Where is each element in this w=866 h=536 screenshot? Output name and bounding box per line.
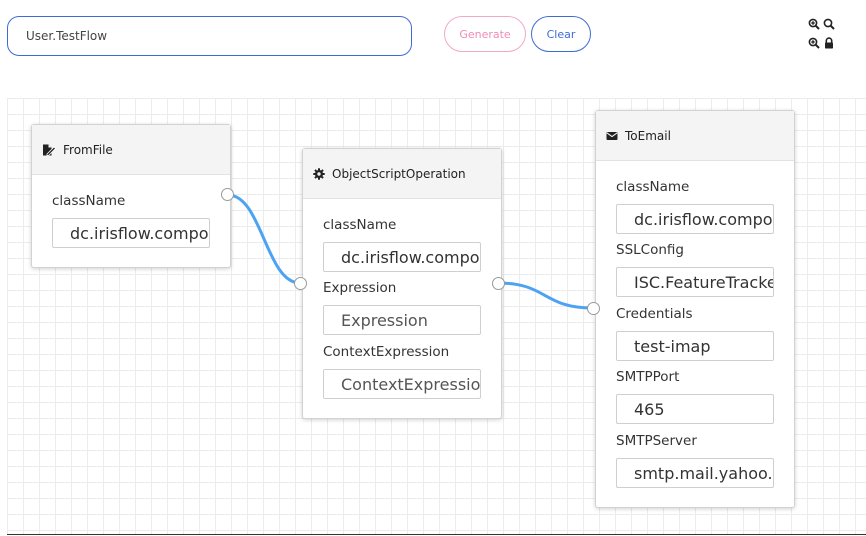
field-label: className xyxy=(52,193,126,209)
envelope-icon xyxy=(606,131,618,140)
field-label: className xyxy=(616,179,690,195)
generate-button[interactable]: Generate xyxy=(444,16,526,52)
node-title: FromFile xyxy=(63,142,113,157)
smtpport-input[interactable] xyxy=(616,394,774,424)
flow-name-input[interactable] xyxy=(7,16,412,56)
field-label: SSLConfig xyxy=(616,242,684,258)
classname-input[interactable] xyxy=(323,242,481,272)
field-label: className xyxy=(323,217,397,233)
field-label: Expression xyxy=(323,280,397,296)
output-port-objectscriptoperation[interactable] xyxy=(492,277,505,290)
file-edit-icon xyxy=(43,144,56,156)
node-title: ObjectScriptOperation xyxy=(332,166,466,181)
field-label: SMTPPort xyxy=(616,369,680,385)
node-header[interactable]: FromFile xyxy=(32,125,230,175)
zoom-in-icon[interactable] xyxy=(808,18,820,30)
node-title: ToEmail xyxy=(625,128,671,143)
credentials-input[interactable] xyxy=(616,331,774,361)
smtpserver-input[interactable] xyxy=(616,458,774,488)
node-toemail[interactable]: ToEmail className SSLConfig Credentials … xyxy=(595,110,795,508)
node-fromfile[interactable]: FromFile className xyxy=(31,124,231,268)
node-header[interactable]: ToEmail xyxy=(596,111,794,161)
classname-input[interactable] xyxy=(52,218,210,248)
input-port-toemail[interactable] xyxy=(587,302,600,315)
node-header[interactable]: ObjectScriptOperation xyxy=(303,149,501,199)
expression-input[interactable] xyxy=(323,305,481,335)
node-objectscriptoperation[interactable]: ObjectScriptOperation className Expressi… xyxy=(302,148,502,419)
zoom-out-icon[interactable] xyxy=(823,18,835,30)
input-port-objectscriptoperation[interactable] xyxy=(294,277,307,290)
field-label: Credentials xyxy=(616,306,693,322)
sslconfig-input[interactable] xyxy=(616,267,774,297)
clear-button[interactable]: Clear xyxy=(531,16,591,52)
classname-input[interactable] xyxy=(616,204,774,234)
gear-icon xyxy=(313,167,325,180)
context-expression-input[interactable] xyxy=(323,369,481,399)
zoom-reset-icon[interactable] xyxy=(808,37,820,49)
field-label: ContextExpression xyxy=(323,344,450,360)
lock-icon[interactable] xyxy=(823,37,835,49)
output-port-fromfile[interactable] xyxy=(221,188,234,201)
field-label: SMTPServer xyxy=(616,433,697,449)
